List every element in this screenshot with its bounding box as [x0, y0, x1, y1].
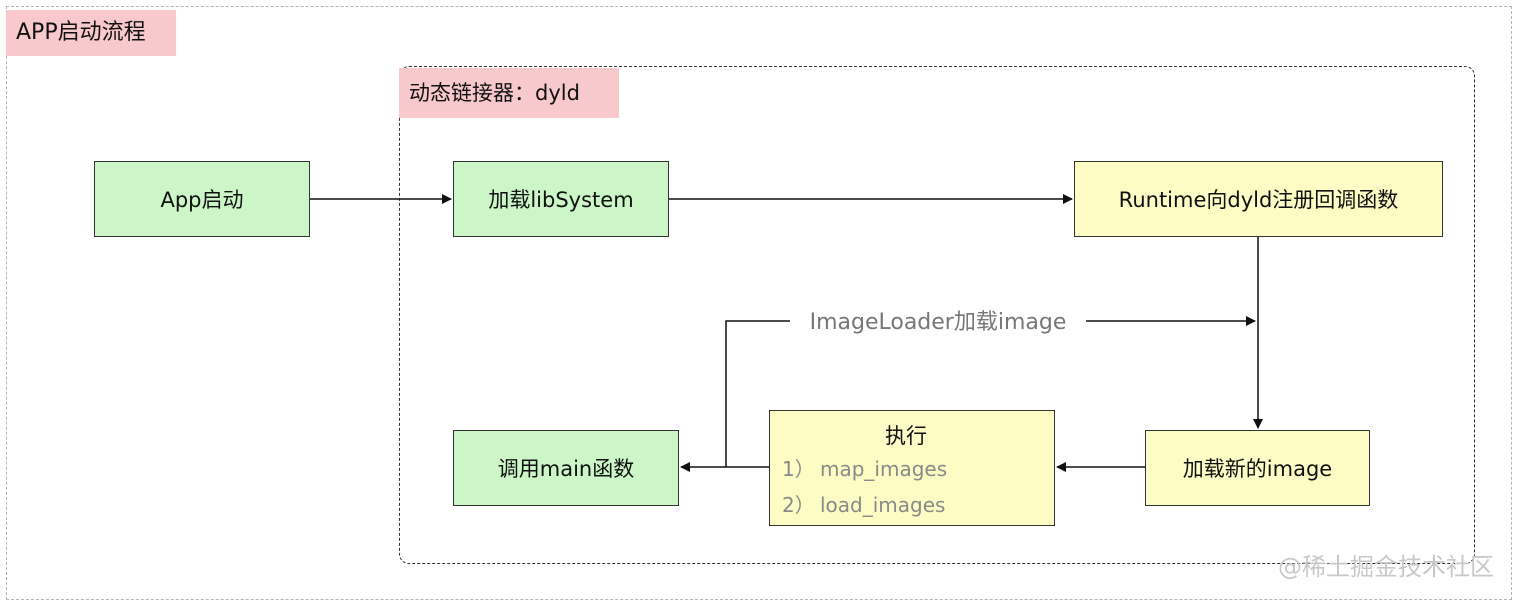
node-load-libsystem: 加载libSystem [453, 161, 669, 237]
node-execute: 执行 1） map_images 2） load_images [769, 410, 1055, 526]
edges-layer [310, 194, 1263, 472]
watermark: @稀土掘金技术社区 [1278, 553, 1494, 581]
execute-item-text: map_images [820, 457, 948, 481]
node-call-main: 调用main函数 [453, 430, 679, 506]
diagram-canvas: APP启动流程 动态链接器：dyld ImageLoader加载image Ap… [0, 0, 1522, 608]
execute-item-number: 2） [782, 493, 815, 517]
node-app-launch: App启动 [94, 161, 310, 237]
execute-title: 执行 [885, 424, 927, 448]
execute-item: 1） map_images [782, 451, 947, 487]
node-runtime-register: Runtime向dyld注册回调函数 [1074, 161, 1443, 237]
imageloader-edge-label: ImageLoader加载image [790, 306, 1086, 340]
execute-item: 2） load_images [782, 487, 945, 523]
execute-item-number: 1） [782, 457, 815, 481]
execute-item-text: load_images [820, 493, 946, 517]
node-load-new-image: 加载新的image [1145, 430, 1370, 506]
